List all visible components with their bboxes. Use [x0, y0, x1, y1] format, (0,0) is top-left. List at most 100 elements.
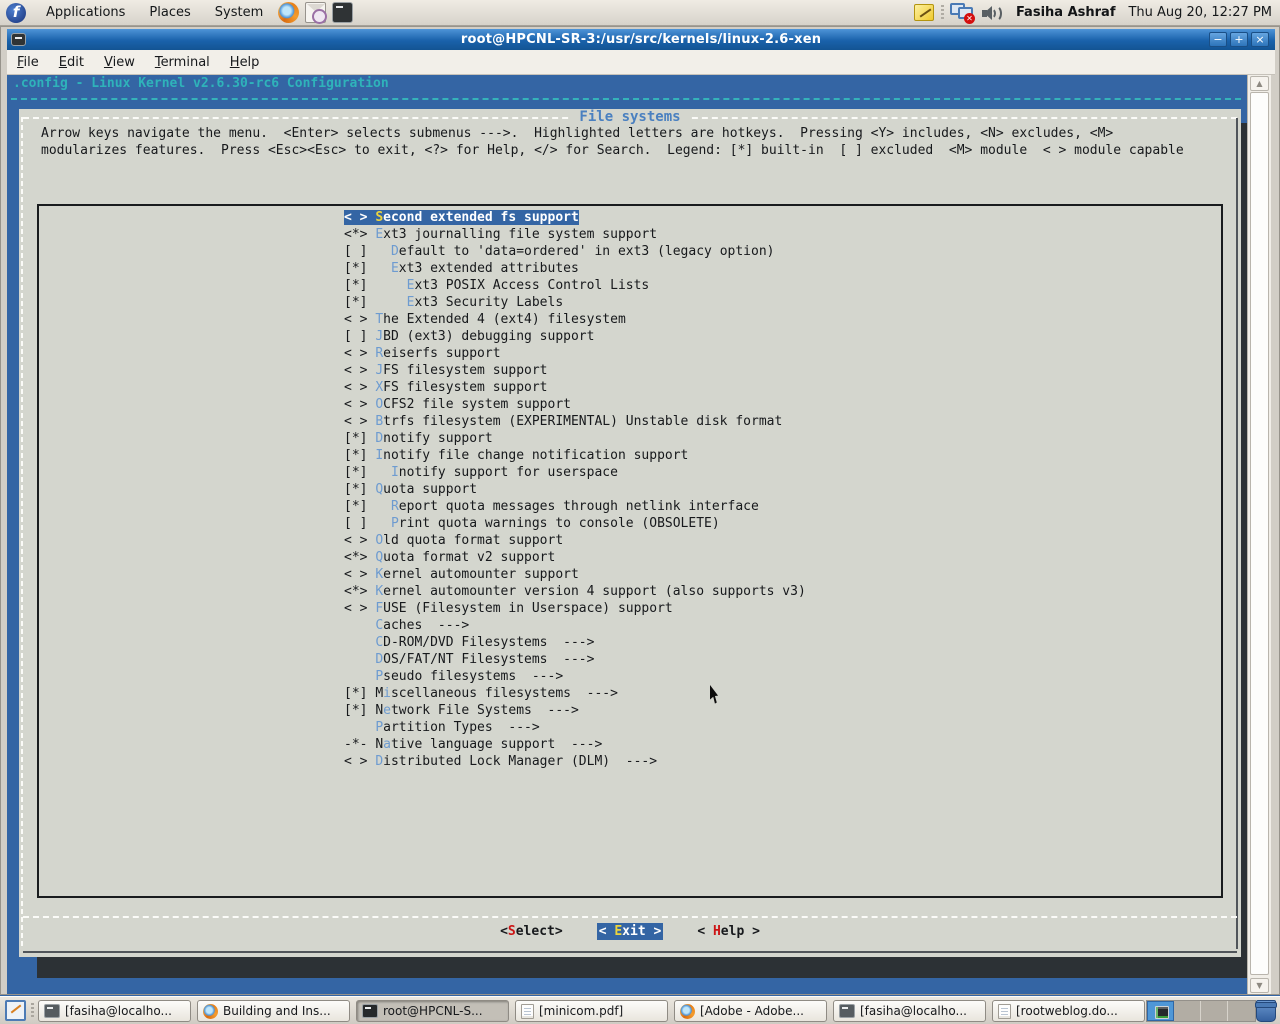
terminal-screen[interactable]: .config - Linux Kernel v2.6.30-rc6 Confi… — [7, 75, 1247, 994]
menu-item[interactable]: [ ] Print quota warnings to console (OBS… — [344, 515, 806, 532]
taskbar-button-icon — [521, 1004, 534, 1019]
menu-item[interactable]: < > Old quota format support — [344, 532, 806, 549]
taskbar-button-icon — [203, 1004, 218, 1019]
taskbar-button-icon — [839, 1004, 855, 1018]
menu-item[interactable]: [*] Network File Systems ---> — [344, 702, 806, 719]
terminal-scrollbar[interactable]: ▲ ▼ — [1247, 75, 1271, 994]
taskbar-button-icon — [680, 1004, 695, 1019]
workspace-cell[interactable] — [1147, 1001, 1174, 1021]
scrollbar-thumb[interactable] — [1250, 92, 1269, 975]
taskbar: [fasiha@localho... Building and Ins... r… — [0, 996, 1280, 1024]
menu-item[interactable]: Partition Types ---> — [344, 719, 806, 736]
window-control-button[interactable]: × — [1251, 32, 1269, 47]
dialog-border — [21, 117, 23, 949]
menu-item[interactable]: < > Btrfs filesystem (EXPERIMENTAL) Unst… — [344, 413, 806, 430]
workspace-cell[interactable] — [1228, 1001, 1255, 1021]
dialog-instructions-line2: modularizes features. Press <Esc><Esc> t… — [41, 143, 1184, 158]
fedora-logo-icon[interactable]: f — [6, 3, 26, 23]
menu-item[interactable]: [*] Ext3 extended attributes — [344, 260, 806, 277]
menuconfig-backtitle: .config - Linux Kernel v2.6.30-rc6 Confi… — [13, 76, 389, 91]
dialog-border — [23, 951, 1237, 953]
menu-item[interactable]: [*] Quota support — [344, 481, 806, 498]
menu-item[interactable]: < > OCFS2 file system support — [344, 396, 806, 413]
dialog-button[interactable]: <Select> — [500, 924, 563, 942]
desktop-top-panel: f Applications Places System ✕ Fasiha As… — [0, 0, 1280, 26]
trash-icon[interactable] — [1256, 1000, 1276, 1022]
workspace-cell[interactable] — [1174, 1001, 1201, 1021]
window-title: root@HPCNL-SR-3:/usr/src/kernels/linux-2… — [7, 32, 1275, 47]
taskbar-button[interactable]: [fasiha@localho... — [833, 1000, 986, 1022]
menu-item[interactable]: [*] Miscellaneous filesystems ---> — [344, 685, 806, 702]
menu-item[interactable]: DOS/FAT/NT Filesystems ---> — [344, 651, 806, 668]
dialog-shadow — [37, 957, 1247, 978]
menu-item[interactable]: < > The Extended 4 (ext4) filesystem — [344, 311, 806, 328]
mail-launcher-icon[interactable] — [305, 2, 326, 23]
menu-item[interactable]: [*] Ext3 Security Labels — [344, 294, 806, 311]
menubar-item[interactable]: Edit — [49, 50, 94, 75]
taskbar-button[interactable]: Building and Ins... — [197, 1000, 350, 1022]
window-control-button[interactable]: − — [1209, 32, 1227, 47]
menu-item[interactable]: < > Reiserfs support — [344, 345, 806, 362]
menu-item[interactable]: < > JFS filesystem support — [344, 362, 806, 379]
taskbar-button[interactable]: root@HPCNL-S... — [356, 1000, 509, 1022]
dialog-button-row: <Select> < Exit > < Help > — [19, 924, 1241, 942]
show-desktop-button[interactable] — [5, 1000, 26, 1021]
menubar-item[interactable]: File — [7, 50, 49, 75]
terminal-menubar: File Edit View Terminal Help — [7, 50, 1275, 75]
clock[interactable]: Thu Aug 20, 12:27 PM — [1124, 5, 1280, 20]
window-titlebar[interactable]: root@HPCNL-SR-3:/usr/src/kernels/linux-2… — [7, 29, 1275, 50]
window-control-button[interactable]: + — [1230, 32, 1248, 47]
taskbar-separator — [31, 1003, 34, 1019]
taskbar-button[interactable]: [Adobe - Adobe... — [674, 1000, 827, 1022]
taskbar-button[interactable]: [fasiha@localho... — [38, 1000, 191, 1022]
terminal-window: root@HPCNL-SR-3:/usr/src/kernels/linux-2… — [0, 26, 1280, 995]
scroll-down-arrow[interactable]: ▼ — [1250, 978, 1269, 993]
taskbar-button-icon — [44, 1004, 60, 1018]
notes-tray-icon[interactable] — [914, 4, 934, 21]
workspace-switcher — [1146, 1000, 1256, 1022]
menu-item[interactable]: <*> Ext3 journalling file system support — [344, 226, 806, 243]
menu-item[interactable]: < > FUSE (Filesystem in Userspace) suppo… — [344, 600, 806, 617]
menu-item[interactable]: Pseudo filesystems ---> — [344, 668, 806, 685]
menuconfig-dialog: File systems Arrow keys navigate the men… — [19, 109, 1241, 957]
menu-item[interactable]: CD-ROM/DVD Filesystems ---> — [344, 634, 806, 651]
menu-item[interactable]: <*> Quota format v2 support — [344, 549, 806, 566]
panel-menu[interactable]: Applications — [34, 0, 137, 26]
volume-icon[interactable] — [981, 4, 1003, 22]
menu-item[interactable]: [*] Inotify file change notification sup… — [344, 447, 806, 464]
menu-item[interactable]: [*] Inotify support for userspace — [344, 464, 806, 481]
dialog-button[interactable]: < Exit > — [597, 924, 664, 942]
panel-menu[interactable]: Places — [137, 0, 202, 26]
menu-item[interactable]: [*] Ext3 POSIX Access Control Lists — [344, 277, 806, 294]
menu-item[interactable]: [ ] Default to 'data=ordered' in ext3 (l… — [344, 243, 806, 260]
terminal-launcher-icon[interactable] — [332, 2, 353, 23]
taskbar-button[interactable]: [minicom.pdf] — [515, 1000, 668, 1022]
menu-item[interactable]: < > XFS filesystem support — [344, 379, 806, 396]
menu-item[interactable]: -*- Native language support ---> — [344, 736, 806, 753]
dialog-instructions-line1: Arrow keys navigate the menu. <Enter> se… — [41, 126, 1113, 141]
firefox-launcher-icon[interactable] — [278, 2, 299, 23]
menu-item[interactable]: < > Second extended fs support — [344, 209, 806, 226]
taskbar-button-icon — [362, 1004, 378, 1018]
backtitle-rule — [11, 98, 1241, 100]
menu-item[interactable]: < > Distributed Lock Manager (DLM) ---> — [344, 753, 806, 770]
button-separator — [23, 916, 1237, 918]
workspace-cell[interactable] — [1201, 1001, 1228, 1021]
taskbar-button[interactable]: [rootweblog.do... — [992, 1000, 1145, 1022]
menu-list-box: < > Second extended fs support <*> Ext3 … — [37, 204, 1223, 898]
scroll-up-arrow[interactable]: ▲ — [1250, 76, 1269, 91]
menubar-item[interactable]: Terminal — [145, 50, 220, 75]
menu-item[interactable]: <*> Kernel automounter version 4 support… — [344, 583, 806, 600]
menu-item[interactable]: [*] Dnotify support — [344, 430, 806, 447]
menubar-item[interactable]: Help — [220, 50, 270, 75]
menu-item[interactable]: [ ] JBD (ext3) debugging support — [344, 328, 806, 345]
dialog-button[interactable]: < Help > — [697, 924, 760, 942]
menu-item[interactable]: Caches ---> — [344, 617, 806, 634]
menu-item[interactable]: < > Kernel automounter support — [344, 566, 806, 583]
menubar-item[interactable]: View — [94, 50, 145, 75]
user-menu[interactable]: Fasiha Ashraf — [1007, 5, 1125, 20]
panel-menu[interactable]: System — [203, 0, 275, 26]
network-offline-icon[interactable]: ✕ — [950, 3, 974, 22]
menu-item[interactable]: [*] Report quota messages through netlin… — [344, 498, 806, 515]
tray-separator — [941, 5, 944, 21]
